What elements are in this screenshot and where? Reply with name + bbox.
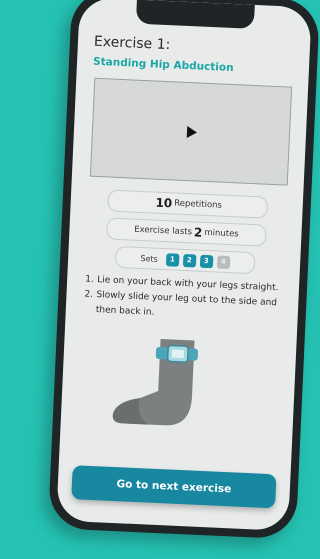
repetitions-badge: 10 Repetitions xyxy=(107,189,269,219)
set-chip-3[interactable]: 3 xyxy=(199,254,214,268)
phone-screen: Exercise 1: Standing Hip Abduction 10 Re… xyxy=(56,0,312,531)
phone-frame: Exercise 1: Standing Hip Abduction 10 Re… xyxy=(47,0,319,540)
set-chip-1[interactable]: 1 xyxy=(165,252,180,267)
exercise-content: Exercise 1: Standing Hip Abduction 10 Re… xyxy=(74,34,298,441)
sock-sensor-icon xyxy=(112,339,199,426)
video-player[interactable] xyxy=(89,77,293,186)
phone-notch xyxy=(135,0,255,29)
set-chip-4[interactable]: 4 xyxy=(216,254,231,269)
sets-tracker: Sets 1 2 3 4 xyxy=(114,245,256,275)
play-icon[interactable] xyxy=(186,125,198,138)
duration-suffix: minutes xyxy=(204,227,239,240)
sets-label: Sets xyxy=(140,253,159,264)
duration-badge: Exercise lasts 2 minutes xyxy=(106,217,267,247)
repetitions-count: 10 xyxy=(155,195,173,211)
exercise-name: Standing Hip Abduction xyxy=(92,55,234,75)
duration-value: 2 xyxy=(193,225,203,240)
repetitions-label: Repetitions xyxy=(173,198,223,211)
exercise-title: Exercise 1: xyxy=(93,33,171,54)
instruction-list: 1. Lie on your back with your legs strai… xyxy=(83,273,281,327)
duration-prefix: Exercise lasts xyxy=(133,224,193,238)
sensor-illustration xyxy=(74,329,284,440)
step-number: 1. xyxy=(84,274,95,285)
next-exercise-button[interactable]: Go to next exercise xyxy=(71,465,277,509)
set-chip-2[interactable]: 2 xyxy=(182,253,197,268)
scene: Exercise 1: Standing Hip Abduction 10 Re… xyxy=(0,0,319,559)
